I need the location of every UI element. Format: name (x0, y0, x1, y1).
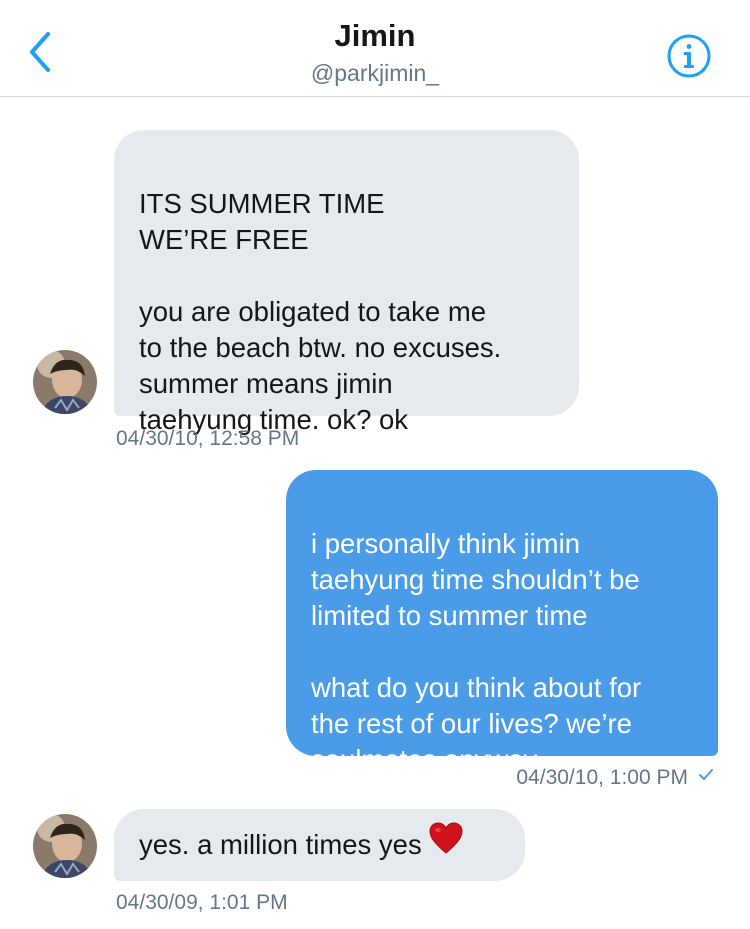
contact-name[interactable]: Jimin (0, 18, 750, 54)
contact-handle[interactable]: @parkjimin_ (0, 60, 750, 87)
avatar[interactable] (33, 814, 97, 878)
heart-emoji-icon (428, 821, 464, 864)
checkmark-icon (698, 764, 714, 788)
message-text: i personally think jimin taehyung time s… (311, 528, 642, 775)
conversation-header: Jimin @parkjimin_ (0, 0, 750, 97)
message-timestamp: 04/30/09, 1:01 PM (116, 891, 288, 914)
message-timestamp-row: 04/30/10, 1:00 PM (516, 766, 714, 790)
avatar[interactable] (33, 350, 97, 414)
message-timestamp: 04/30/10, 12:58 PM (116, 427, 300, 450)
message-text: ITS SUMMER TIME WE’RE FREE you are oblig… (139, 188, 502, 435)
message-bubble-outgoing[interactable]: i personally think jimin taehyung time s… (286, 470, 718, 775)
message-bubble-incoming[interactable]: yes. a million times yes (114, 809, 525, 881)
message-bubble-incoming[interactable]: ITS SUMMER TIME WE’RE FREE you are oblig… (114, 130, 579, 435)
message-timestamp: 04/30/10, 1:00 PM (516, 766, 688, 789)
message-text: yes. a million times yes (139, 829, 422, 860)
info-button[interactable] (666, 33, 712, 79)
info-icon (667, 34, 711, 78)
